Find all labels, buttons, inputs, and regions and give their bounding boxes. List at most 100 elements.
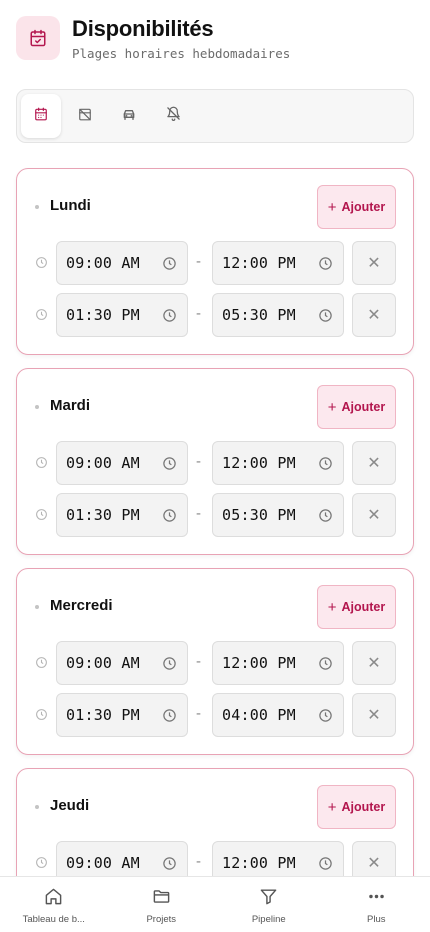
add-slot-button[interactable]: + Ajouter (317, 185, 396, 229)
close-icon: ✕ (367, 707, 381, 724)
day-name: Jeudi (50, 797, 90, 814)
add-label: Ajouter (341, 600, 386, 614)
range-separator: - (196, 705, 201, 722)
clock-icon (318, 456, 333, 476)
tab-notifications-off[interactable] (153, 94, 193, 138)
end-time-input[interactable]: 12:00 PM (212, 441, 344, 485)
end-time-input[interactable]: 05:30 PM (212, 293, 344, 337)
remove-slot-button[interactable]: ✕ (352, 641, 396, 685)
nav-item-more[interactable]: Plus (323, 877, 430, 932)
start-time-value: 01:30 PM (66, 306, 140, 324)
tab-calendar-off[interactable] (65, 94, 105, 138)
bullet-dot (35, 205, 39, 209)
start-time-input[interactable]: 09:00 AM (56, 441, 188, 485)
clock-icon (162, 308, 177, 328)
filter-icon (259, 887, 278, 911)
add-slot-button[interactable]: + Ajouter (317, 585, 396, 629)
remove-slot-button[interactable]: ✕ (352, 693, 396, 737)
clock-icon (318, 256, 333, 276)
end-time-input[interactable]: 05:30 PM (212, 493, 344, 537)
add-label: Ajouter (341, 800, 386, 814)
start-time-value: 09:00 AM (66, 254, 140, 272)
nav-item-projects[interactable]: Projets (108, 877, 216, 932)
start-time-input[interactable]: 01:30 PM (56, 493, 188, 537)
range-separator: - (196, 853, 201, 870)
page-subtitle: Plages horaires hebdomadaires (72, 46, 291, 61)
bullet-dot (35, 805, 39, 809)
end-time-value: 05:30 PM (222, 506, 296, 524)
close-icon: ✕ (367, 855, 381, 872)
plus-icon: + (327, 798, 337, 816)
end-time-value: 12:00 PM (222, 654, 296, 672)
time-slot-row: 01:30 PM - 05:30 PM ✕ (17, 293, 413, 337)
clock-icon (35, 256, 48, 274)
day-card: Lundi + Ajouter 09:00 AM - 12:00 PM ✕ 01:… (16, 168, 414, 355)
clock-icon (35, 456, 48, 474)
day-name: Mardi (50, 397, 91, 414)
end-time-input[interactable]: 12:00 PM (212, 241, 344, 285)
start-time-value: 01:30 PM (66, 506, 140, 524)
clock-icon (35, 308, 48, 326)
add-slot-button[interactable]: + Ajouter (317, 785, 396, 829)
page-title: Disponibilités (72, 16, 214, 41)
nav-item-pipeline[interactable]: Pipeline (215, 877, 323, 932)
home-icon (44, 887, 63, 911)
more-icon (367, 887, 386, 911)
time-slot-row: 01:30 PM - 05:30 PM ✕ (17, 493, 413, 537)
range-separator: - (196, 253, 201, 270)
folder-icon (152, 887, 171, 911)
clock-icon (162, 456, 177, 476)
start-time-input[interactable]: 09:00 AM (56, 641, 188, 685)
nav-label: Pipeline (251, 914, 286, 925)
end-time-value: 04:00 PM (222, 706, 296, 724)
nav-item-dashboard[interactable]: Tableau de b... (0, 877, 108, 932)
clock-icon (35, 656, 48, 674)
clock-icon (35, 508, 48, 526)
remove-slot-button[interactable]: ✕ (352, 241, 396, 285)
time-slot-row: 09:00 AM - 12:00 PM ✕ (17, 441, 413, 485)
start-time-value: 01:30 PM (66, 706, 140, 724)
end-time-value: 05:30 PM (222, 306, 296, 324)
tab-calendar[interactable] (21, 94, 61, 138)
plus-icon: + (327, 398, 337, 416)
close-icon: ✕ (367, 455, 381, 472)
start-time-value: 09:00 AM (66, 454, 140, 472)
start-time-input[interactable]: 09:00 AM (56, 841, 188, 876)
days-list[interactable]: Lundi + Ajouter 09:00 AM - 12:00 PM ✕ 01:… (0, 160, 430, 876)
clock-icon (162, 508, 177, 528)
remove-slot-button[interactable]: ✕ (352, 493, 396, 537)
start-time-input[interactable]: 09:00 AM (56, 241, 188, 285)
time-slot-row: 09:00 AM - 12:00 PM ✕ (17, 241, 413, 285)
clock-icon (35, 856, 48, 874)
day-name: Lundi (50, 197, 91, 214)
remove-slot-button[interactable]: ✕ (352, 293, 396, 337)
end-time-value: 12:00 PM (222, 454, 296, 472)
add-slot-button[interactable]: + Ajouter (317, 385, 396, 429)
day-name: Mercredi (50, 597, 113, 614)
clock-icon (318, 856, 333, 876)
clock-icon (318, 308, 333, 328)
add-label: Ajouter (341, 200, 386, 214)
end-time-input[interactable]: 04:00 PM (212, 693, 344, 737)
start-time-value: 09:00 AM (66, 854, 140, 872)
nav-label: Plus (367, 914, 386, 925)
end-time-input[interactable]: 12:00 PM (212, 641, 344, 685)
start-time-input[interactable]: 01:30 PM (56, 293, 188, 337)
tab-vehicle[interactable] (109, 94, 149, 138)
close-icon: ✕ (367, 255, 381, 272)
clock-icon (318, 656, 333, 676)
remove-slot-button[interactable]: ✕ (352, 841, 396, 876)
day-card: Mercredi + Ajouter 09:00 AM - 12:00 PM ✕ … (16, 568, 414, 755)
calendar-check-icon (16, 16, 60, 60)
clock-icon (318, 708, 333, 728)
start-time-input[interactable]: 01:30 PM (56, 693, 188, 737)
range-separator: - (196, 653, 201, 670)
end-time-value: 12:00 PM (222, 854, 296, 872)
remove-slot-button[interactable]: ✕ (352, 441, 396, 485)
end-time-input[interactable]: 12:00 PM (212, 841, 344, 876)
add-label: Ajouter (341, 400, 386, 414)
end-time-value: 12:00 PM (222, 254, 296, 272)
clock-icon (162, 256, 177, 276)
close-icon: ✕ (367, 655, 381, 672)
calendar-off-icon (78, 107, 92, 126)
